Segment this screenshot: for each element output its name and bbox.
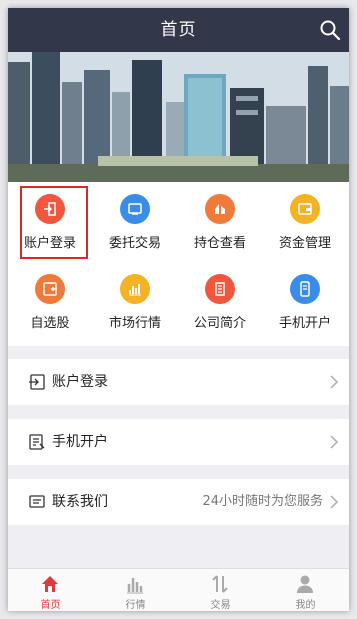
grid-item-funds[interactable]: 资金管理 bbox=[263, 186, 347, 258]
message-icon bbox=[29, 495, 45, 508]
grid-item-label: 公司简介 bbox=[193, 316, 246, 331]
user-icon bbox=[297, 575, 313, 593]
grid-item-entrust-trade[interactable]: 委托交易 bbox=[93, 186, 177, 258]
grid-item-label: 持仓查看 bbox=[193, 236, 246, 251]
tab-label: 交易 bbox=[210, 600, 231, 611]
tab-label: 我的 bbox=[295, 600, 316, 611]
list-item-contact-us[interactable]: 联系我们 24小时随时为您服务 bbox=[8, 479, 349, 525]
grid-item-label: 委托交易 bbox=[108, 236, 161, 251]
phone-account-icon bbox=[290, 274, 320, 304]
city-skyline-image bbox=[8, 52, 349, 182]
grid-item-label: 手机开户 bbox=[278, 316, 331, 331]
exchange-icon bbox=[212, 575, 228, 593]
bar-chart-icon bbox=[127, 578, 143, 594]
tab-home[interactable]: 首页 bbox=[8, 569, 93, 611]
chevron-right-icon bbox=[330, 375, 339, 389]
tab-label: 首页 bbox=[40, 600, 61, 611]
grid-item-mobile-account[interactable]: 手机开户 bbox=[263, 266, 347, 338]
tab-mine[interactable]: 我的 bbox=[263, 569, 348, 611]
grid-item-label: 市场行情 bbox=[108, 316, 161, 331]
watchlist-icon bbox=[35, 274, 65, 304]
grid-item-label: 资金管理 bbox=[278, 236, 331, 251]
holdings-icon bbox=[205, 194, 235, 224]
search-icon[interactable] bbox=[319, 19, 341, 41]
list-item-label: 手机开户 bbox=[52, 434, 108, 450]
grid-item-market[interactable]: 市场行情 bbox=[93, 266, 177, 338]
page-title: 首页 bbox=[160, 20, 197, 40]
grid-item-company[interactable]: 公司简介 bbox=[178, 266, 262, 338]
top-navigation-bar: 首页 bbox=[8, 8, 349, 52]
list-item-account-login[interactable]: 账户登录 bbox=[8, 359, 349, 405]
banner-image[interactable] bbox=[8, 52, 349, 182]
grid-item-label: 自选股 bbox=[30, 316, 70, 331]
service-hours-text: 24小时随时为您服务 bbox=[202, 494, 323, 509]
grid-item-watchlist[interactable]: 自选股 bbox=[8, 266, 92, 338]
list-item-mobile-account[interactable]: 手机开户 bbox=[8, 419, 349, 465]
home-icon bbox=[42, 576, 58, 592]
phone-form-icon bbox=[29, 434, 45, 450]
grid-item-holdings[interactable]: 持仓查看 bbox=[178, 186, 262, 258]
list-item-label: 账户登录 bbox=[52, 374, 108, 390]
company-icon bbox=[205, 274, 235, 304]
highlight-box bbox=[20, 186, 88, 259]
list-item-label: 联系我们 bbox=[52, 494, 108, 510]
tab-label: 行情 bbox=[125, 600, 146, 611]
chevron-right-icon bbox=[330, 435, 339, 449]
wallet-icon bbox=[290, 194, 320, 224]
tab-trade[interactable]: 交易 bbox=[178, 569, 263, 611]
app-screen: 首页 账户登录 委托交易 持仓查看 资金管理 自选股 市场行情 公司简介 手机开… bbox=[8, 8, 349, 611]
tab-market[interactable]: 行情 bbox=[93, 569, 178, 611]
bottom-tab-bar: 首页 行情 交易 我的 bbox=[8, 568, 349, 611]
chevron-right-icon bbox=[330, 495, 339, 509]
login-icon bbox=[29, 374, 45, 390]
market-chart-icon bbox=[120, 274, 150, 304]
trade-icon bbox=[120, 194, 150, 224]
